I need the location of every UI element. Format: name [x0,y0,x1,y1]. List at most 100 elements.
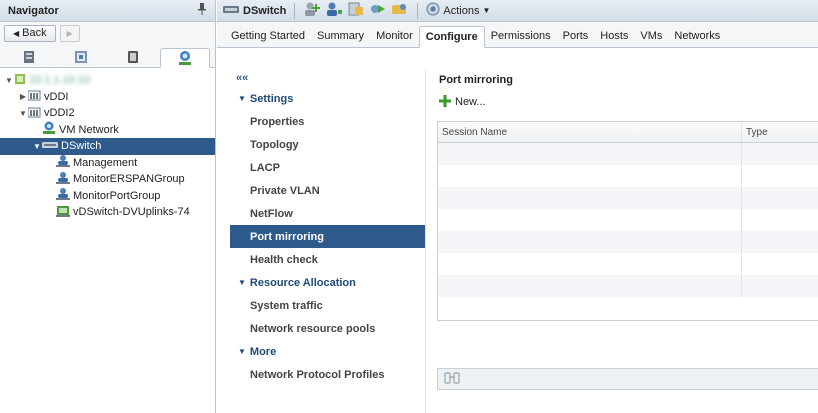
table-cell [742,253,818,275]
tab-summary[interactable]: Summary [311,25,370,47]
portgroup-icon [56,171,70,188]
table-cell [742,209,818,231]
table-cell [438,165,742,187]
settings-item-health-check[interactable]: Health check [230,248,425,271]
network-icon [42,121,56,138]
chevron-down-icon: ▼ [482,6,491,15]
pin-icon[interactable] [197,3,207,18]
export-config-icon[interactable] [391,1,409,20]
tree-node-label: vDDI2 [44,107,75,120]
table-cell [742,231,818,253]
settings-item-network-resource-pools[interactable]: Network resource pools [230,317,425,340]
tree-node-label: Management [73,156,138,169]
tree-node[interactable]: MonitorPortGroup [0,188,215,205]
tab-hosts[interactable]: Hosts [594,25,634,47]
column-header-session-name[interactable]: Session Name [438,122,742,142]
table-row [438,253,818,275]
table-header: Session Name Type [438,122,818,143]
folder-icon [27,106,41,121]
vms-templates-tab[interactable] [56,47,106,67]
settings-item-topology[interactable]: Topology [230,133,425,156]
networking-tab[interactable] [160,48,210,68]
port-mirroring-pane: Port mirroring New... Session Name Type [427,69,818,413]
tree-node-label: vDSwitch-DVUplinks-74 [73,206,190,219]
back-button[interactable]: ◀ Back [4,24,56,42]
hosts-clusters-tab[interactable] [4,47,54,67]
forward-button[interactable]: ▶ [59,24,80,42]
page-title: Port mirroring [439,74,513,86]
tree-node[interactable]: ▶ vDDI [0,89,215,106]
settings-group-settings[interactable]: ▼ Settings [230,87,425,110]
chevron-down-icon: ▼ [238,278,246,287]
plus-icon [439,94,451,110]
new-port-group-icon[interactable] [325,1,343,20]
inventory-tree: ▼ 10.1.1.10.10 ▶ vDDI ▼ vDDI2 VM Network ▼ DSwit… [0,68,215,221]
table-cell [438,253,742,275]
portgroup-icon [56,154,70,171]
tree-node[interactable]: MonitorERSPANGroup [0,171,215,188]
table-row [438,165,818,187]
tree-node[interactable]: VM Network [0,121,215,139]
folder-icon [27,89,41,104]
tree-node-label: VM Network [59,123,119,136]
new-session-button[interactable]: New... [427,91,818,113]
table-cell [438,231,742,253]
expand-right-icon[interactable]: ▶ [18,92,28,101]
table-row [438,187,818,209]
dswitch-icon [223,3,239,18]
object-name: DSwitch [243,4,287,17]
tree-node[interactable]: ▼ 10.1.1.10.10 [0,72,215,89]
settings-item-port-mirroring[interactable]: Port mirroring [230,225,425,248]
filter-icon[interactable] [444,371,460,387]
tab-permissions[interactable]: Permissions [485,25,557,47]
chevron-down-icon: ▼ [238,94,246,103]
actions-menu[interactable]: Actions ▼ [426,2,490,19]
portgroup-icon [56,187,70,204]
settings-item-private-vlan[interactable]: Private VLAN [230,179,425,202]
table-cell [438,143,742,165]
chevron-down-icon: ▼ [238,347,246,356]
table-footer [437,368,818,390]
manage-ports-icon[interactable] [347,1,365,20]
expand-down-icon[interactable]: ▼ [32,142,42,151]
table-cell [438,209,742,231]
settings-group-more[interactable]: ▼ More [230,340,425,363]
tree-node[interactable]: ▼ vDDI2 [0,105,215,122]
storage-tab[interactable] [108,47,158,67]
table-cell [438,187,742,209]
settings-sidebar: «« ▼ Settings Properties Topology LACP Privat… [230,69,426,413]
settings-group-resource-allocation[interactable]: ▼ Resource Allocation [230,271,425,294]
navigator-panel: Navigator ◀ Back ▶ ▼ 10.1.1.10.10 ▶ vDDI ▼ vD… [0,0,216,413]
settings-item-network-protocol-profiles[interactable]: Network Protocol Profiles [230,363,425,386]
navigator-title: Navigator [8,4,59,17]
table-cell [742,187,818,209]
settings-item-lacp[interactable]: LACP [230,156,425,179]
table-cell [438,275,742,297]
table-row [438,143,818,165]
tab-networks[interactable]: Networks [668,25,726,47]
settings-item-netflow[interactable]: NetFlow [230,202,425,225]
column-header-type[interactable]: Type [742,122,818,142]
expand-down-icon[interactable]: ▼ [4,76,14,85]
settings-item-properties[interactable]: Properties [230,110,425,133]
main-panel: DSwitch Actions ▼ Getting Started Summary… [217,0,818,413]
settings-item-system-traffic[interactable]: System traffic [230,294,425,317]
tree-node[interactable]: vDSwitch-DVUplinks-74 [0,204,215,221]
expand-down-icon[interactable]: ▼ [18,109,28,118]
collapse-sidebar-icon[interactable]: «« [230,69,425,87]
tab-monitor[interactable]: Monitor [370,25,419,47]
migrate-network-icon[interactable] [369,1,387,20]
tab-getting-started[interactable]: Getting Started [225,25,311,47]
toolbar-separator [294,2,296,19]
tab-vms[interactable]: VMs [634,25,668,47]
tab-configure[interactable]: Configure [418,26,485,48]
tree-node-label: 10.1.1.10.10 [29,74,91,87]
tree-node[interactable]: Management [0,155,215,172]
tree-node-label: MonitorPortGroup [73,189,161,202]
add-host-icon[interactable] [303,1,321,20]
tree-node-label: vDDI [44,90,69,103]
tab-ports[interactable]: Ports [557,25,595,47]
back-arrow-icon: ◀ [13,28,20,38]
sessions-table: Session Name Type [437,121,818,321]
tree-node[interactable]: ▼ DSwitch [0,138,215,155]
